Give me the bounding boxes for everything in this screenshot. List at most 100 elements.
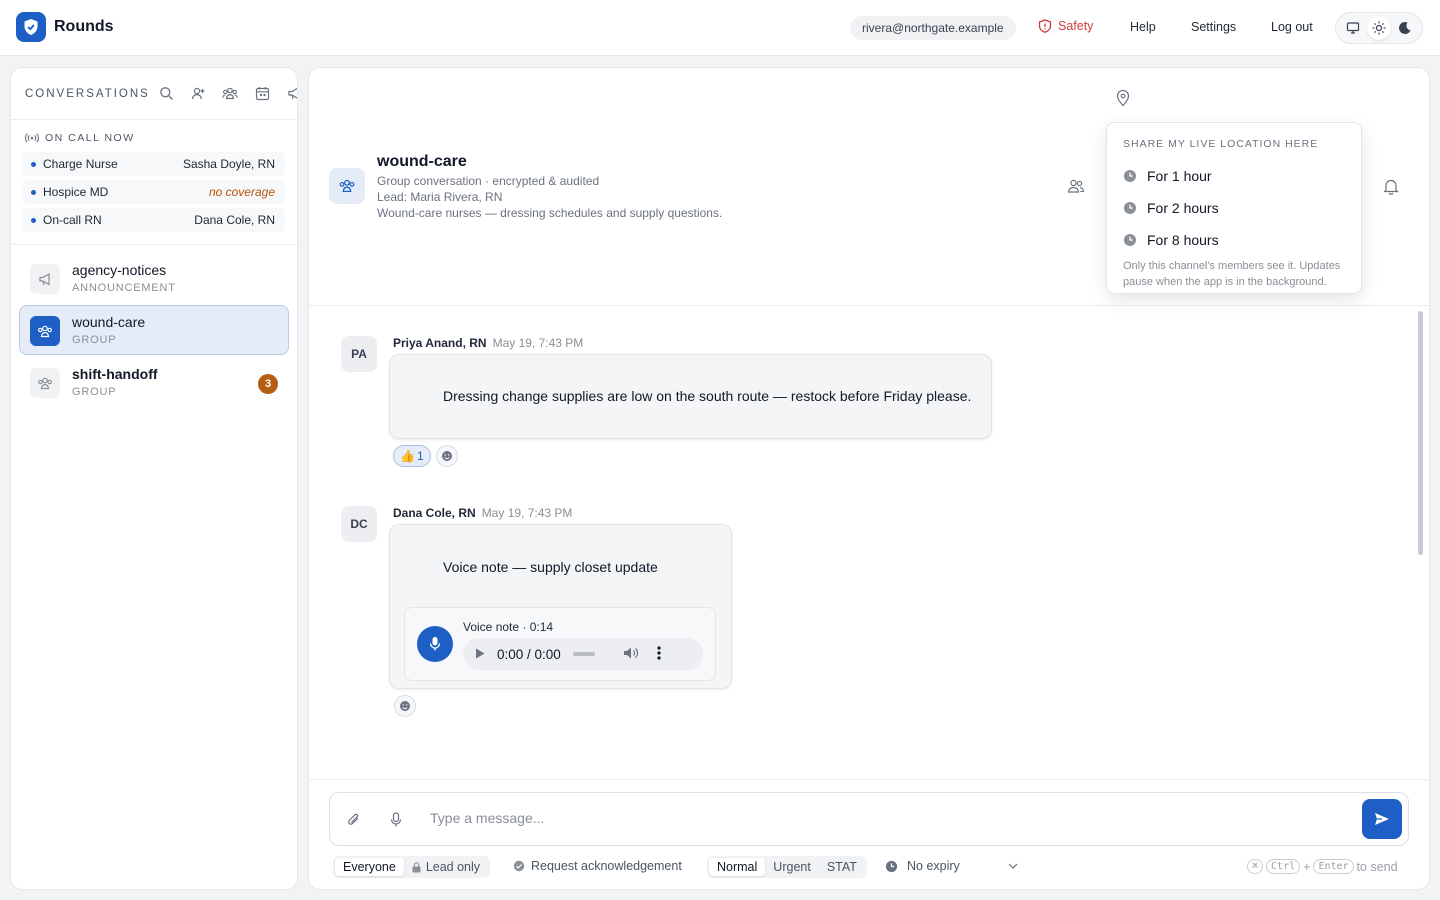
group-icon <box>30 368 60 398</box>
priority-urgent[interactable]: Urgent <box>765 858 819 876</box>
play-icon[interactable] <box>475 647 485 662</box>
dark-theme-moon-icon[interactable] <box>1393 16 1417 40</box>
message-timestamp: May 19, 7:43 PM <box>492 336 584 350</box>
reaction-count: 1 <box>416 449 424 463</box>
conversation-name: shift-handoff <box>72 366 158 382</box>
app-logo-shield-icon[interactable] <box>16 12 46 42</box>
user-email-pill[interactable]: rivera@northgate.example <box>850 16 1016 40</box>
megaphone-icon[interactable] <box>285 84 297 102</box>
conversation-panel: wound-care Group conversation · encrypte… <box>308 67 1430 890</box>
conversations-sidebar: CONVERSATIONS ON CALL NOW Charge Nurse S… <box>10 67 298 890</box>
on-call-panel: ON CALL NOW Charge Nurse Sasha Doyle, RN… <box>11 120 297 245</box>
message-bubble: Dressing change supplies are low on the … <box>389 354 992 439</box>
clock-icon <box>1124 234 1136 246</box>
option-label: For 1 hour <box>1147 168 1212 184</box>
on-call-role: Charge Nurse <box>43 157 118 171</box>
channel-meta: Group conversation · encrypted & audited <box>377 174 600 188</box>
on-call-name: Dana Cole, RN <box>194 213 275 227</box>
message-list-scrollbar[interactable] <box>1418 311 1423 555</box>
conversation-type: ANNOUNCEMENT <box>72 282 176 294</box>
bell-icon[interactable] <box>1381 176 1401 196</box>
conversation-item-agency-notices[interactable]: agency-notices ANNOUNCEMENT <box>19 253 289 303</box>
kbd-enter: Enter <box>1313 859 1354 874</box>
logout-link[interactable]: Log out <box>1271 20 1313 34</box>
app-title: Rounds <box>54 18 114 35</box>
priority-normal[interactable]: Normal <box>709 858 766 876</box>
composer-options: Everyone Lead only Request acknowledgeme… <box>333 856 1409 880</box>
conversation-item-wound-care[interactable]: wound-care GROUP <box>19 305 289 355</box>
send-shortcut-hint: ⌘ Ctrl + Enter to send <box>1247 859 1398 874</box>
channel-lead: Lead: Maria Rivera, RN <box>377 190 503 204</box>
on-call-name: Sasha Doyle, RN <box>182 157 275 171</box>
light-theme-sun-icon[interactable] <box>1367 16 1391 40</box>
message-bubble: Voice note — supply closet update Voice … <box>389 524 732 689</box>
priority-stat[interactable]: STAT <box>819 858 865 876</box>
message-input[interactable] <box>430 810 1330 826</box>
audio-time: 0:00 / 0:00 <box>497 646 561 662</box>
on-call-role: Hospice MD <box>43 185 109 199</box>
conversation-name: agency-notices <box>72 262 167 278</box>
on-call-row: On-call RN Dana Cole, RN <box>23 208 285 232</box>
system-theme-monitor-icon[interactable] <box>1341 16 1365 40</box>
on-call-row: Hospice MD no coverage <box>23 180 285 204</box>
safety-link[interactable]: Safety <box>1038 19 1093 33</box>
avatar: DC <box>341 506 377 542</box>
microphone-icon[interactable] <box>387 811 405 829</box>
volume-icon[interactable] <box>623 646 639 663</box>
send-button[interactable] <box>1362 799 1402 839</box>
channel-description: Wound-care nurses — dressing schedules a… <box>377 206 723 220</box>
lead-only-label: Lead only <box>425 860 481 874</box>
avatar: PA <box>341 336 377 372</box>
theme-switcher <box>1335 12 1423 44</box>
message-composer <box>329 792 1409 846</box>
help-link[interactable]: Help <box>1130 20 1156 34</box>
sidebar-title: CONVERSATIONS <box>25 88 150 100</box>
settings-link[interactable]: Settings <box>1191 20 1236 34</box>
kbd-cmd: ⌘ <box>1247 859 1264 874</box>
message-author: Priya Anand, RN <box>393 336 487 350</box>
audio-progress-bar[interactable] <box>572 652 595 656</box>
new-group-icon[interactable] <box>221 84 239 102</box>
shortcut-suffix: to send <box>1356 859 1398 874</box>
share-1-hour-option[interactable]: For 1 hour <box>1123 160 1345 192</box>
paperclip-icon[interactable] <box>345 811 363 829</box>
calendar-icon[interactable] <box>253 84 271 102</box>
top-bar: Rounds rivera@northgate.example Safety H… <box>0 0 1440 56</box>
on-call-title: ON CALL NOW <box>25 132 285 144</box>
share-8-hours-option[interactable]: For 8 hours <box>1123 224 1345 256</box>
reaction-emoji: 👍 <box>400 449 415 463</box>
audience-lead-only[interactable]: Lead only <box>404 858 488 876</box>
more-options-icon[interactable] <box>657 645 661 663</box>
share-2-hours-option[interactable]: For 2 hours <box>1123 192 1345 224</box>
members-icon[interactable] <box>1066 176 1086 196</box>
option-label: For 8 hours <box>1147 232 1219 248</box>
on-call-title-label: ON CALL NOW <box>45 132 135 144</box>
reaction-thumbs-up[interactable]: 👍 1 <box>393 445 431 467</box>
add-person-icon[interactable] <box>189 84 207 102</box>
conversation-item-shift-handoff[interactable]: shift-handoff GROUP 3 <box>19 357 289 407</box>
channel-header: wound-care Group conversation · encrypte… <box>309 68 1429 306</box>
on-call-no-coverage: no coverage <box>208 185 275 199</box>
option-label: For 2 hours <box>1147 200 1219 216</box>
audience-toggle: Everyone Lead only <box>333 856 491 878</box>
lock-icon <box>412 861 421 872</box>
search-icon[interactable] <box>157 84 175 102</box>
add-reaction-smiley-icon[interactable] <box>436 445 458 467</box>
location-pin-icon[interactable] <box>1113 88 1133 108</box>
on-call-role: On-call RN <box>43 213 102 227</box>
clock-icon <box>1124 170 1136 182</box>
composer-area: Everyone Lead only Request acknowledgeme… <box>309 779 1429 889</box>
message-list: PA Priya Anand, RN May 19, 7:43 PM Dressi… <box>309 307 1429 779</box>
priority-toggle: Normal Urgent STAT <box>707 856 867 878</box>
status-dot <box>31 217 36 223</box>
kbd-ctrl: Ctrl <box>1266 859 1301 874</box>
ack-label: Request acknowledgement <box>531 859 682 873</box>
safety-label: Safety <box>1058 19 1094 33</box>
request-acknowledgement-toggle[interactable]: Request acknowledgement <box>513 859 682 873</box>
audience-everyone[interactable]: Everyone <box>335 858 404 876</box>
status-dot <box>31 161 36 167</box>
add-reaction-smiley-icon[interactable] <box>394 695 416 717</box>
group-icon <box>329 168 365 204</box>
message-text: Voice note — supply closet update <box>443 559 658 575</box>
expiry-select[interactable]: No expiry <box>885 859 1025 873</box>
